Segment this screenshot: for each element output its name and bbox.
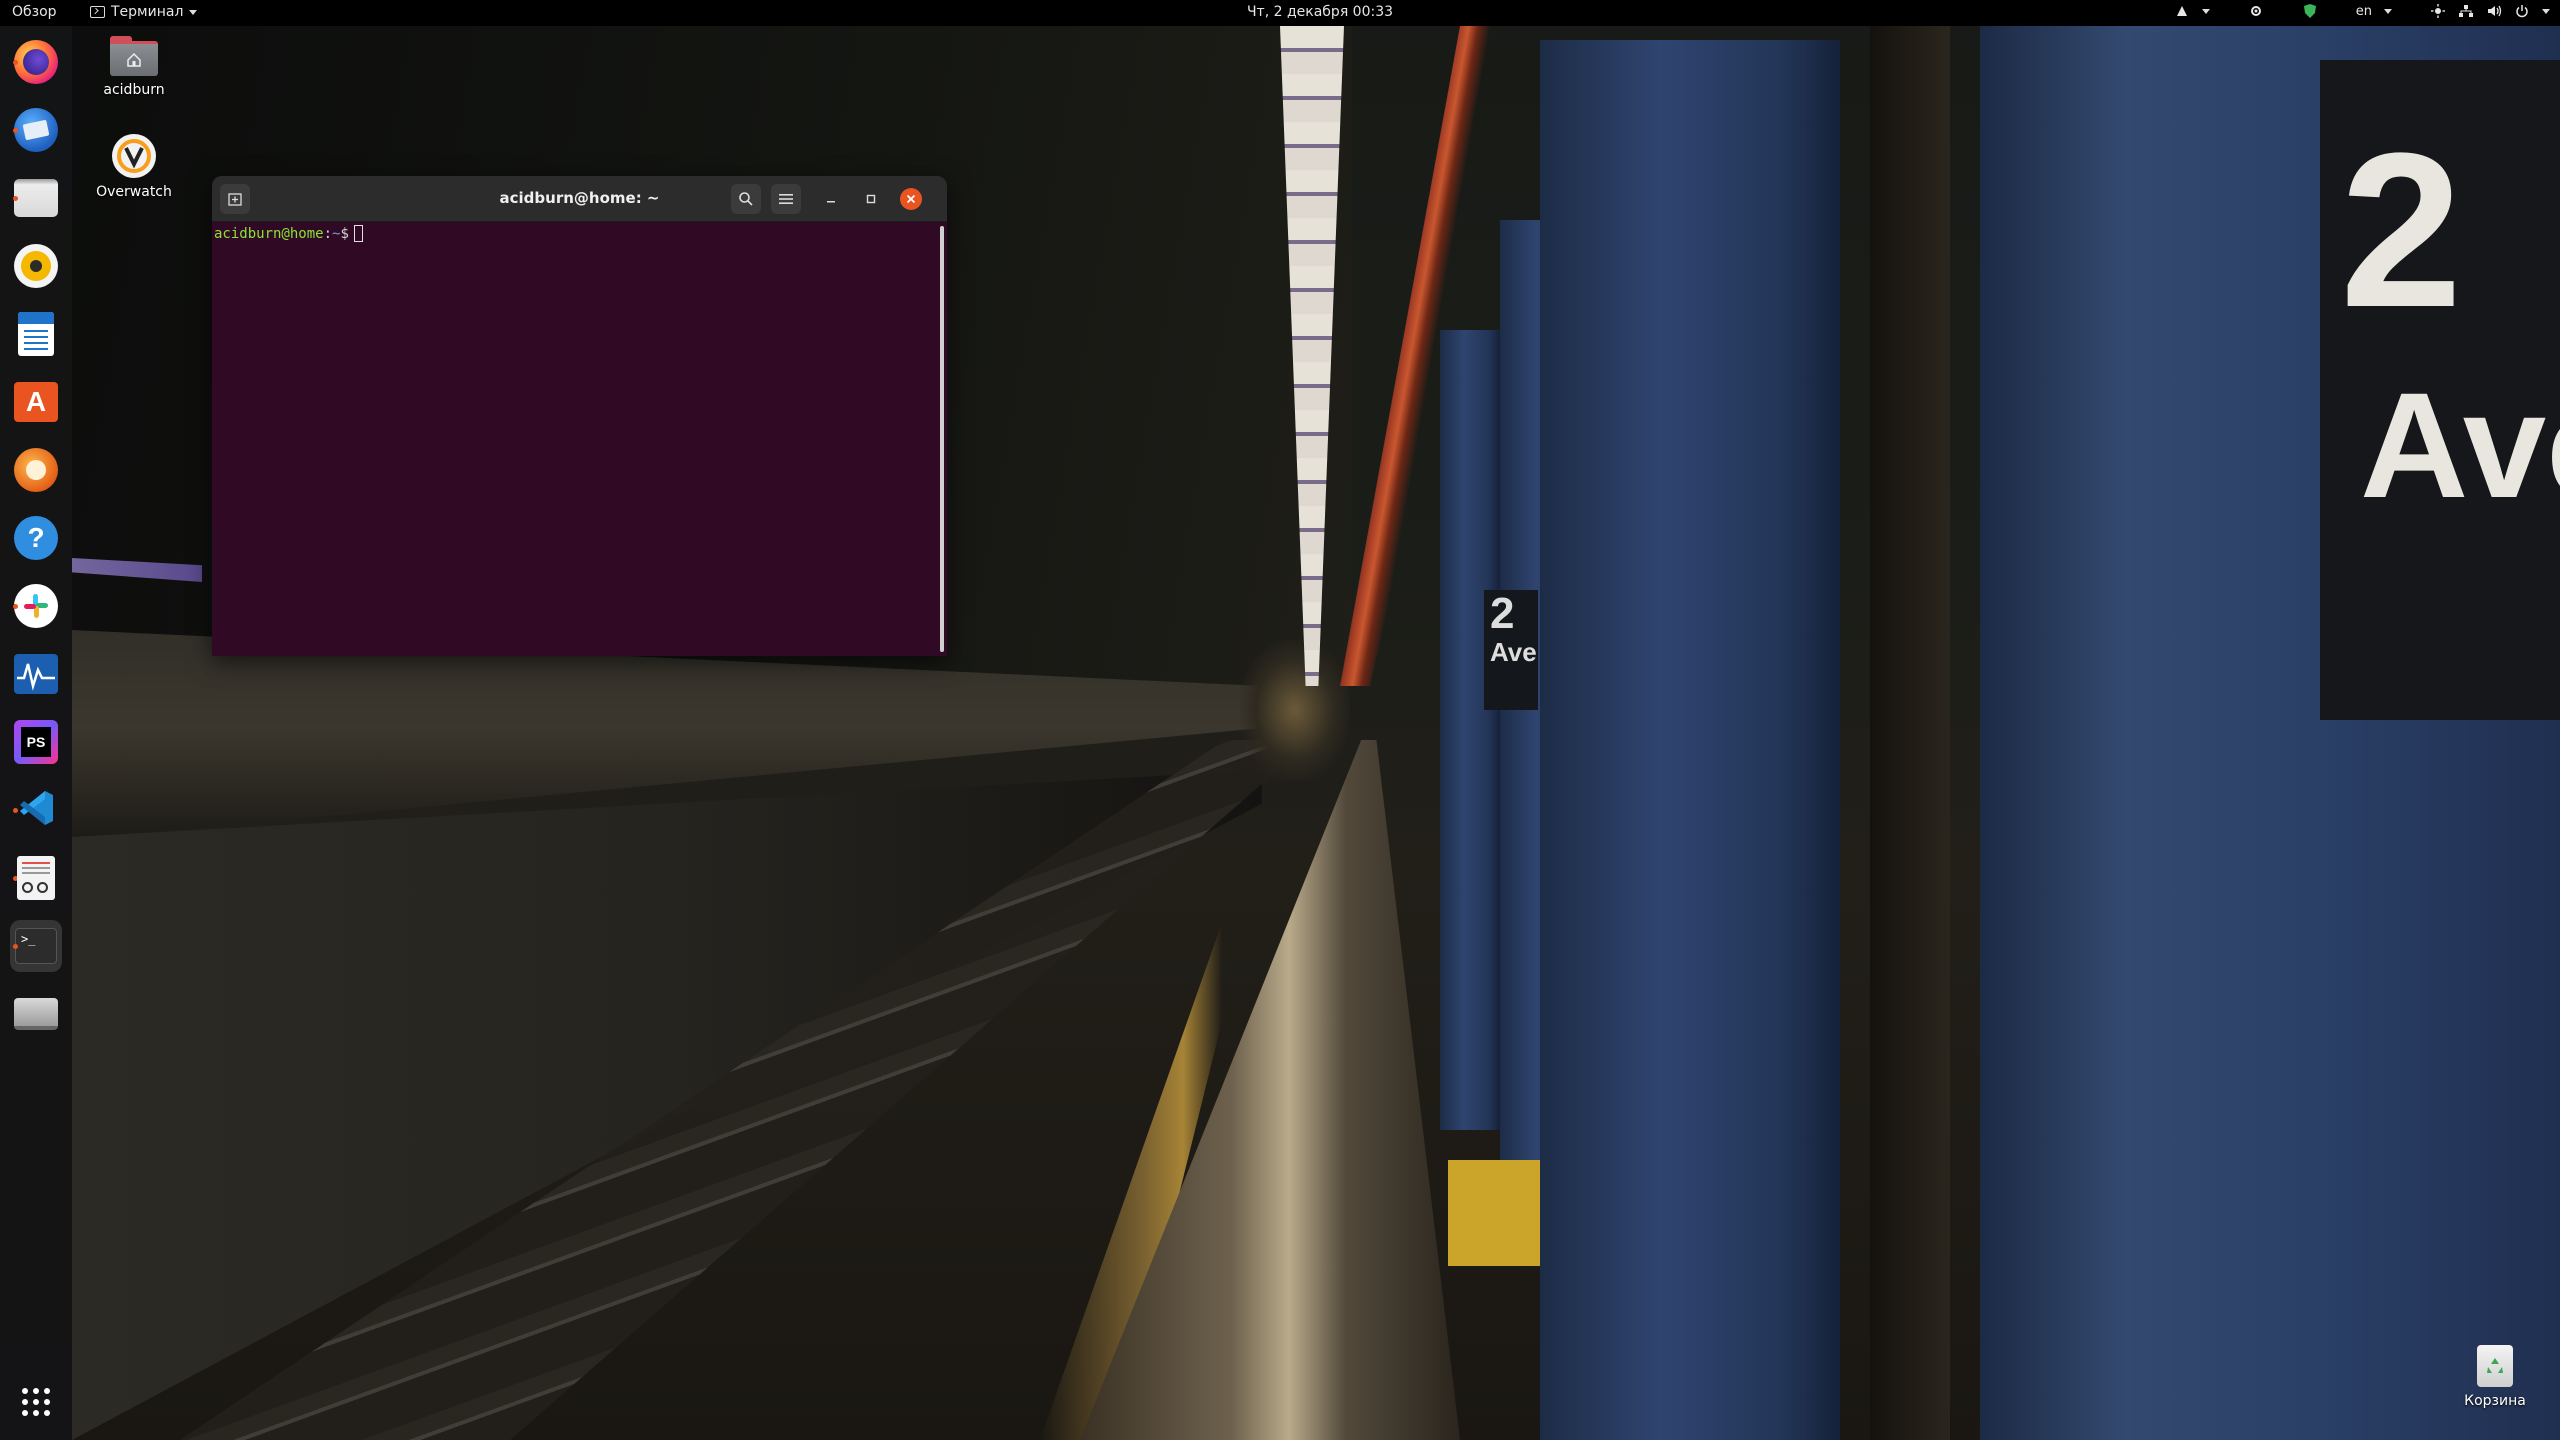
running-indicator (13, 60, 18, 65)
minimize-button[interactable] (816, 184, 846, 214)
dock-item-system-monitor[interactable] (10, 648, 62, 700)
desktop-icon-home[interactable]: acidburn (79, 36, 189, 98)
document-viewer-icon (17, 856, 55, 900)
terminal-cursor (353, 225, 363, 242)
software-icon: A (14, 382, 58, 422)
dock-item-software[interactable]: A (10, 376, 62, 428)
menu-icon (779, 194, 793, 204)
dock-item-document-viewer[interactable] (10, 852, 62, 904)
home-folder-icon (110, 36, 158, 76)
wallpaper-tunnel-light (1240, 640, 1350, 780)
wallpaper-small-sign-number: 2 (1490, 589, 1515, 638)
settings-gear-icon[interactable] (2248, 3, 2264, 19)
dock-item-cleaner[interactable] (10, 444, 62, 496)
running-indicator (13, 604, 18, 609)
app-menu-label: Терминал (111, 4, 184, 20)
wallpaper-small-sign: 2 Ave (1484, 589, 1538, 710)
show-applications-icon (20, 1386, 52, 1422)
terminal-icon (90, 6, 105, 18)
wallpaper-gap (1870, 26, 1950, 1440)
chevron-down-icon (189, 9, 198, 15)
terminal-header-bar[interactable]: acidburn@home: ~ (212, 176, 947, 222)
dock-item-phpstorm[interactable]: PS (10, 716, 62, 768)
dock-item-drive[interactable] (10, 988, 62, 1040)
running-indicator (13, 196, 18, 201)
app-menu-button[interactable]: Терминал (90, 4, 198, 20)
wallpaper-sign-text: Ave (2360, 361, 2560, 529)
dock-item-terminal[interactable]: >_ (10, 920, 62, 972)
shield-icon[interactable] (2302, 3, 2318, 19)
desktop-icon-label: acidburn (103, 82, 165, 98)
help-icon: ? (14, 516, 58, 560)
dock-item-files[interactable] (10, 172, 62, 224)
brightness-icon[interactable] (2430, 3, 2446, 19)
drive-icon (14, 998, 58, 1030)
search-icon (739, 192, 753, 206)
running-indicator (13, 808, 18, 813)
top-bar: Обзор Терминал Чт, 2 декабря 00:33 en (0, 0, 2560, 26)
terminal-window[interactable]: acidburn@home: ~ acidburn@home:~$ (212, 176, 947, 656)
chevron-down-icon[interactable] (2384, 8, 2392, 14)
wallpaper-small-sign-text: Ave (1490, 637, 1537, 668)
prompt-user: acidburn@home (214, 226, 324, 242)
wallpaper-pillar-base (1448, 1160, 1540, 1266)
search-button[interactable] (731, 184, 761, 214)
close-icon (900, 188, 922, 210)
slack-icon (14, 584, 58, 628)
dock-item-slack[interactable] (10, 580, 62, 632)
desktop-icon-overwatch[interactable]: Overwatch (79, 134, 189, 200)
phpstorm-icon: PS (14, 720, 58, 764)
hamburger-menu-button[interactable] (771, 184, 801, 214)
wallpaper-pillar (1440, 330, 1500, 1130)
network-icon[interactable] (2458, 3, 2474, 19)
dock-item-help[interactable]: ? (10, 512, 62, 564)
desktop-screen: 2 Ave 2 Ave Обзор Терминал Чт, 2 декабря… (0, 0, 2560, 1440)
running-indicator (13, 944, 18, 949)
desktop-icon-label: Корзина (2464, 1393, 2526, 1409)
vscode-icon (16, 788, 56, 832)
terminal-content[interactable]: acidburn@home:~$ (212, 222, 947, 656)
dock-item-rhythmbox[interactable] (10, 240, 62, 292)
notification-indicator-icon[interactable] (2174, 3, 2190, 19)
trash-icon (2477, 1345, 2513, 1387)
prompt-separator: : (323, 226, 333, 242)
dock-item-writer[interactable] (10, 308, 62, 360)
files-icon (14, 179, 58, 217)
keyboard-layout-indicator[interactable]: en (2356, 3, 2372, 19)
volume-icon[interactable] (2486, 3, 2502, 19)
firefox-icon (14, 40, 58, 84)
running-indicator (13, 128, 18, 133)
thunderbird-icon (14, 108, 58, 152)
dock: A ? PS >_ (0, 26, 72, 1440)
maximize-button[interactable] (856, 184, 886, 214)
dock-item-thunderbird[interactable] (10, 104, 62, 156)
terminal-prompt-line: acidburn@home:~$ (214, 225, 945, 242)
system-monitor-icon (14, 654, 58, 694)
desktop-icon-trash[interactable]: Корзина (2440, 1345, 2550, 1409)
prompt-symbol: $ (340, 226, 349, 242)
terminal-icon: >_ (15, 928, 57, 964)
desktop-icon-label: Overwatch (96, 184, 172, 200)
show-applications-button[interactable] (10, 1378, 62, 1430)
cleaner-icon (14, 448, 58, 492)
rhythmbox-icon (14, 244, 58, 288)
system-tray: en (2174, 3, 2550, 19)
wallpaper-pillar (1540, 40, 1840, 1440)
power-icon[interactable] (2514, 3, 2530, 19)
clock-button[interactable]: Чт, 2 декабря 00:33 (1220, 4, 1420, 20)
minimize-icon (827, 201, 835, 203)
chevron-down-icon[interactable] (2542, 8, 2550, 14)
close-button[interactable] (896, 184, 926, 214)
activities-button[interactable]: Обзор (12, 4, 57, 20)
wallpaper-sign-number: 2 (2340, 107, 2463, 353)
writer-icon (18, 312, 54, 356)
terminal-scrollbar[interactable] (940, 226, 944, 652)
dock-item-firefox[interactable] (10, 36, 62, 88)
dock-item-vscode[interactable] (10, 784, 62, 836)
chevron-down-icon[interactable] (2201, 8, 2210, 14)
maximize-icon (866, 194, 876, 204)
overwatch-icon (112, 134, 156, 178)
